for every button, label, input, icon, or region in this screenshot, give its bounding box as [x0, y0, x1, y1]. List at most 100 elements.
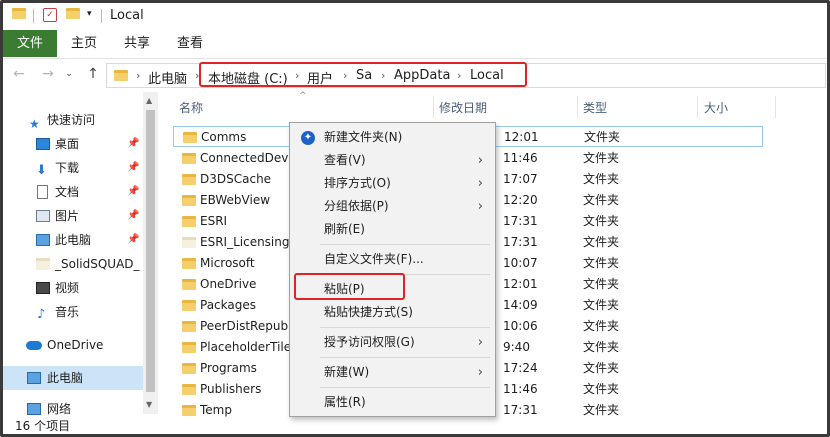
- folder-icon: [114, 70, 128, 81]
- nav-item-documents[interactable]: 文档 📌: [3, 180, 143, 204]
- file-type: 文件夹: [583, 151, 620, 165]
- file-date: 17:31: [503, 214, 538, 228]
- file-name: ConnectedDevic: [200, 151, 295, 165]
- file-date: 10:06: [503, 319, 538, 333]
- breadcrumb-this-pc[interactable]: 此电脑: [148, 68, 187, 87]
- menu-item-label: 属性(R): [324, 395, 366, 409]
- pin-icon[interactable]: 📌: [127, 228, 139, 252]
- nav-item-desktop[interactable]: 桌面 📌: [3, 132, 143, 156]
- nav-item-quick-access[interactable]: ★ 快速访问: [3, 108, 143, 132]
- nav-item-this-pc[interactable]: 此电脑: [3, 366, 143, 390]
- nav-item-label: 文档: [55, 185, 80, 199]
- menu-item-label: 授予访问权限(G): [324, 335, 415, 349]
- pin-icon[interactable]: 📌: [127, 156, 139, 180]
- file-date: 12:01: [503, 277, 538, 291]
- column-header-date[interactable]: 修改日期: [439, 99, 487, 116]
- nav-item-label: 快速访问: [47, 113, 96, 127]
- file-type: 文件夹: [583, 277, 620, 291]
- nav-item-music[interactable]: ♪ 音乐: [3, 300, 143, 324]
- file-date: 17:31: [503, 235, 538, 249]
- file-name: Microsoft: [200, 256, 255, 270]
- column-divider[interactable]: [577, 96, 578, 118]
- menu-separator: [320, 357, 490, 358]
- column-header-size[interactable]: 大小: [704, 99, 728, 116]
- new-folder-icon[interactable]: [66, 8, 80, 19]
- context-menu: ✦ 新建文件夹(N) 查看(V) › 排序方式(O) › 分组依据(P) › 刷…: [289, 122, 496, 417]
- file-type: 文件夹: [583, 256, 620, 270]
- menu-item-label: 新建(W): [324, 365, 370, 379]
- menu-item-customize-folder[interactable]: 自定义文件夹(F)...: [290, 248, 495, 271]
- file-name: D3DSCache: [200, 172, 272, 186]
- column-header-row: ^ 名称 修改日期 类型 大小: [163, 91, 827, 122]
- folder-icon: [182, 363, 196, 374]
- tab-view[interactable]: 查看: [165, 30, 215, 57]
- nav-item-onedrive[interactable]: OneDrive: [3, 333, 143, 357]
- item-count: 16 个项目: [15, 419, 71, 433]
- file-date: 17:07: [503, 172, 538, 186]
- scrollbar-thumb[interactable]: [146, 110, 155, 392]
- tab-share[interactable]: 共享: [112, 30, 162, 57]
- status-bar: 16 个项目: [3, 414, 827, 434]
- forward-icon[interactable]: →: [40, 66, 56, 82]
- recent-locations-icon[interactable]: ⌄: [61, 69, 77, 79]
- pin-icon[interactable]: 📌: [127, 180, 139, 204]
- column-divider[interactable]: [433, 96, 434, 118]
- nav-pane-scrollbar[interactable]: ▲ ▼: [143, 92, 158, 414]
- back-icon[interactable]: ←: [11, 66, 27, 82]
- menu-item-group-by[interactable]: 分组依据(P) ›: [290, 195, 495, 218]
- menu-item-refresh[interactable]: 刷新(E): [290, 218, 495, 241]
- menu-item-give-access[interactable]: 授予访问权限(G) ›: [290, 331, 495, 354]
- folder-icon: [12, 8, 26, 19]
- menu-item-label: 刷新(E): [324, 222, 365, 236]
- folder-icon: [182, 237, 196, 248]
- column-divider[interactable]: [775, 96, 776, 118]
- menu-item-label: 新建文件夹(N): [324, 130, 403, 144]
- menu-item-view[interactable]: 查看(V) ›: [290, 149, 495, 172]
- tab-home[interactable]: 主页: [59, 30, 109, 57]
- menu-item-paste-shortcut[interactable]: 粘贴快捷方式(S): [290, 301, 495, 324]
- properties-icon[interactable]: ✓: [43, 8, 57, 22]
- menu-item-new-folder[interactable]: ✦ 新建文件夹(N): [290, 126, 495, 149]
- menu-separator: [320, 327, 490, 328]
- folder-icon: [182, 153, 196, 164]
- explorer-window: ✓ ▾ Local 文件 主页 共享 查看 ← → ⌄ ↑ › 此电脑 › 本地…: [0, 0, 830, 437]
- file-name: Packages: [200, 298, 256, 312]
- pin-icon[interactable]: 📌: [127, 132, 139, 156]
- tab-file[interactable]: 文件: [3, 30, 57, 57]
- up-icon[interactable]: ↑: [85, 66, 101, 82]
- menu-item-new[interactable]: 新建(W) ›: [290, 361, 495, 384]
- divider: [33, 9, 34, 23]
- menu-item-sort-by[interactable]: 排序方式(O) ›: [290, 172, 495, 195]
- nav-item-videos[interactable]: 视频: [3, 276, 143, 300]
- pin-icon[interactable]: 📌: [127, 204, 139, 228]
- file-type: 文件夹: [583, 214, 620, 228]
- nav-item-downloads[interactable]: ⬇ 下载 📌: [3, 156, 143, 180]
- column-divider[interactable]: [697, 96, 698, 118]
- file-date: 11:46: [503, 151, 538, 165]
- folder-icon: [182, 279, 196, 290]
- column-header-type[interactable]: 类型: [583, 99, 607, 116]
- nav-item-this-pc-quick[interactable]: 此电脑 📌: [3, 228, 143, 252]
- menu-item-properties[interactable]: 属性(R): [290, 391, 495, 414]
- breadcrumb-separator: ›: [136, 69, 141, 82]
- file-date: 11:46: [503, 382, 538, 396]
- column-header-name[interactable]: 名称: [179, 99, 203, 116]
- computer-icon: [36, 234, 50, 246]
- folder-icon: [182, 321, 196, 332]
- folder-icon: [182, 342, 196, 353]
- menu-item-label: 分组依据(P): [324, 199, 389, 213]
- cloud-icon: [26, 341, 42, 350]
- scroll-down-icon[interactable]: ▼: [146, 400, 152, 409]
- folder-icon: [182, 174, 196, 185]
- window-title: Local: [110, 8, 144, 23]
- sort-ascending-icon: ^: [299, 91, 307, 101]
- scroll-up-icon[interactable]: ▲: [146, 96, 152, 105]
- file-date: 9:40: [503, 340, 530, 354]
- nav-item-pictures[interactable]: 图片 📌: [3, 204, 143, 228]
- nav-item-solidsquad[interactable]: _SolidSQUAD_: [3, 252, 143, 276]
- file-type: 文件夹: [583, 193, 620, 207]
- folder-icon: [182, 258, 196, 269]
- customize-toolbar-icon[interactable]: ▾: [87, 9, 92, 19]
- video-icon: [36, 282, 50, 294]
- file-date: 12:01: [504, 130, 539, 144]
